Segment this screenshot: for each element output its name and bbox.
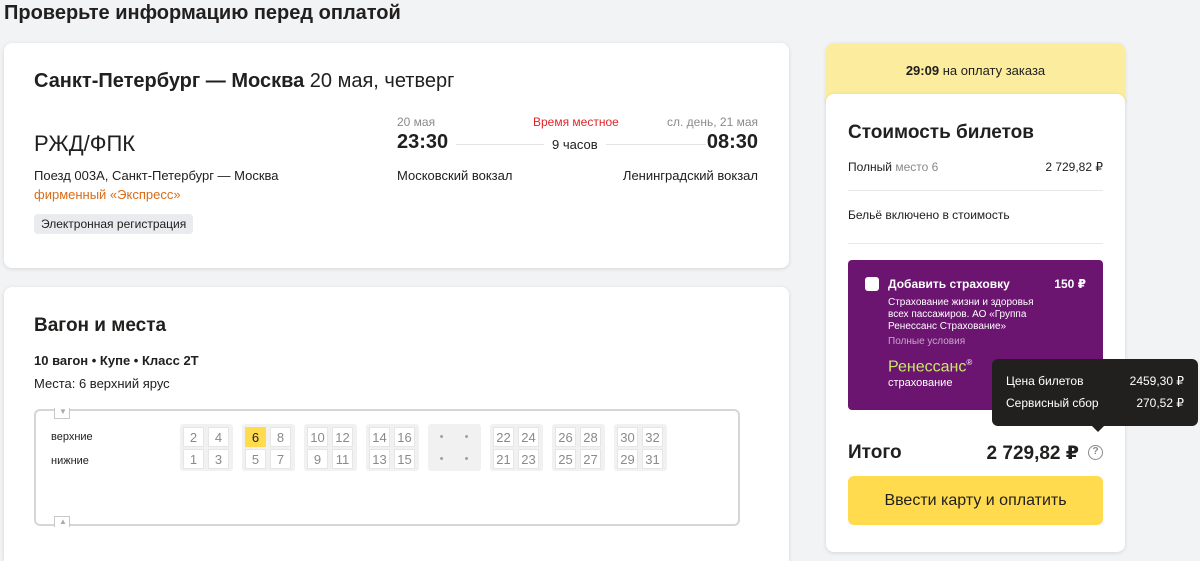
tooltip-label: Цена билетов [1006, 374, 1084, 388]
seat[interactable]: 4 [208, 427, 229, 447]
wagon-scheme: ▼ ▲ верхние нижние 2 4 1 3 6 8 5 7 10 12 9 11 14 16 13… [34, 408, 740, 527]
route-title: Санкт-Петербург — Москва 20 мая, четверг [34, 70, 454, 93]
carrier-name: РЖД/ФПК [34, 131, 136, 156]
seat[interactable]: 25 [555, 449, 576, 469]
wagon-entrance-bottom: ▲ [54, 516, 70, 527]
wagon-entrance-top: ▼ [54, 408, 70, 419]
compartment: 2413 [180, 424, 233, 471]
insurance-terms-link[interactable]: Полные условия [888, 336, 965, 347]
departure-date: 20 мая [397, 115, 436, 129]
seat[interactable]: 26 [555, 427, 576, 447]
train-description: Поезд 003А, Санкт-Петербург — Москва [34, 168, 279, 183]
seat[interactable]: 13 [369, 449, 390, 469]
trip-duration: 9 часов [544, 137, 606, 152]
local-time-note: Время местное [533, 115, 619, 129]
help-icon[interactable]: ? [1088, 445, 1103, 460]
seat[interactable]: 32 [642, 427, 663, 447]
row-label-lower: нижние [51, 455, 89, 467]
compartment: 26 28 25 27 [552, 424, 605, 471]
divider [848, 190, 1103, 191]
seat-selected[interactable]: 6 [245, 427, 266, 447]
seat[interactable]: 2 [183, 427, 204, 447]
insurance-logo: Ренессанс® [888, 358, 972, 376]
divider [848, 243, 1103, 244]
linen-note: Бельё включено в стоимость [848, 208, 1010, 222]
seat[interactable]: 8 [270, 427, 291, 447]
departure-station: Московский вокзал [397, 168, 513, 183]
arrival-time: 08:30 [706, 131, 758, 153]
timer-countdown: 29:09 [905, 63, 940, 78]
insurance-checkbox[interactable] [865, 277, 879, 291]
seat[interactable]: 14 [369, 427, 390, 447]
seat[interactable]: 5 [245, 449, 266, 469]
wagon-card: Вагон и места 10 вагон • Купе • Класс 2Т… [4, 287, 789, 561]
pay-button[interactable]: Ввести карту и оплатить [848, 476, 1103, 525]
arrow-down-icon: ▼ [59, 407, 67, 416]
seat-unavailable: • [439, 431, 444, 443]
seat[interactable]: 27 [580, 449, 601, 469]
fare-label: Полный место 6 [848, 160, 938, 174]
tooltip-label: Сервисный сбор [1006, 396, 1099, 410]
wagon-info: 10 вагон • Купе • Класс 2Т [34, 353, 199, 368]
seat[interactable]: 28 [580, 427, 601, 447]
seat[interactable]: 3 [208, 449, 229, 469]
compartment: 30 32 29 31 [614, 424, 667, 471]
seat[interactable]: 22 [493, 427, 514, 447]
insurance-logo-text: Ренессанс [888, 358, 967, 376]
page-title: Проверьте информацию перед оплатой [4, 2, 401, 24]
departure-time: 23:30 [397, 131, 449, 153]
insurance-description: Страхование жизни и здоровья всех пассаж… [888, 297, 1034, 332]
seat-unavailable: • [464, 431, 469, 443]
seat[interactable]: 9 [307, 449, 328, 469]
seat[interactable]: 12 [332, 427, 353, 447]
price-title: Стоимость билетов [848, 122, 1034, 143]
seat[interactable]: 24 [518, 427, 539, 447]
arrival-station: Ленинградский вокзал [622, 168, 758, 183]
price-card: Стоимость билетов Полный место 6 2 729,8… [826, 94, 1125, 552]
timer-label: на оплату заказа [942, 63, 1046, 78]
seat[interactable]: 10 [307, 427, 328, 447]
fare-seat: место 6 [895, 160, 939, 174]
route-name: Санкт-Петербург — Москва [34, 70, 305, 92]
route-date: 20 мая, четверг [309, 70, 455, 92]
train-brand: фирменный «Экспресс» [34, 187, 181, 202]
registered-icon: ® [966, 358, 973, 367]
seat[interactable]: 29 [617, 449, 638, 469]
compartment: 14 16 13 15 [366, 424, 419, 471]
seat[interactable]: 23 [518, 449, 539, 469]
tooltip-value: 2459,30 ₽ [1129, 374, 1184, 388]
seat[interactable]: 21 [493, 449, 514, 469]
seat[interactable]: 30 [617, 427, 638, 447]
fare-price: 2 729,82 ₽ [1045, 160, 1103, 174]
insurance-logo-sub: страхование [888, 377, 953, 389]
seat[interactable]: 11 [332, 449, 353, 469]
timer-text: 29:09 на оплату заказа [826, 63, 1125, 78]
seat[interactable]: 31 [642, 449, 663, 469]
price-breakdown-tooltip: Цена билетов 2459,30 ₽ Сервисный сбор 27… [992, 359, 1198, 432]
seat-unavailable: • [439, 453, 444, 465]
compartment: 10 12 9 11 [304, 424, 357, 471]
fare-type: Полный [848, 160, 892, 174]
insurance-title: Добавить страховку [888, 277, 1010, 291]
total-label: Итого [848, 442, 902, 463]
row-label-upper: верхние [51, 431, 93, 443]
arrival-date: сл. день, 21 мая [667, 115, 758, 129]
seat[interactable]: 16 [394, 427, 415, 447]
seat[interactable]: 1 [183, 449, 204, 469]
compartment: 6857 [242, 424, 295, 471]
seat-unavailable: • [464, 453, 469, 465]
registration-badge: Электронная регистрация [34, 214, 194, 234]
trip-card: Санкт-Петербург — Москва 20 мая, четверг… [4, 43, 789, 268]
tooltip-value: 270,52 ₽ [1136, 396, 1184, 410]
seats-info: Места: 6 верхний ярус [34, 376, 170, 391]
seat[interactable]: 7 [270, 449, 291, 469]
compartment: 22 24 21 23 [490, 424, 543, 471]
total-value: 2 729,82 ₽ [986, 443, 1079, 464]
seat[interactable]: 15 [394, 449, 415, 469]
compartment: • • • • [428, 424, 481, 471]
wagon-title: Вагон и места [34, 315, 167, 336]
arrow-up-icon: ▲ [59, 517, 67, 526]
insurance-price: 150 ₽ [1054, 277, 1086, 291]
